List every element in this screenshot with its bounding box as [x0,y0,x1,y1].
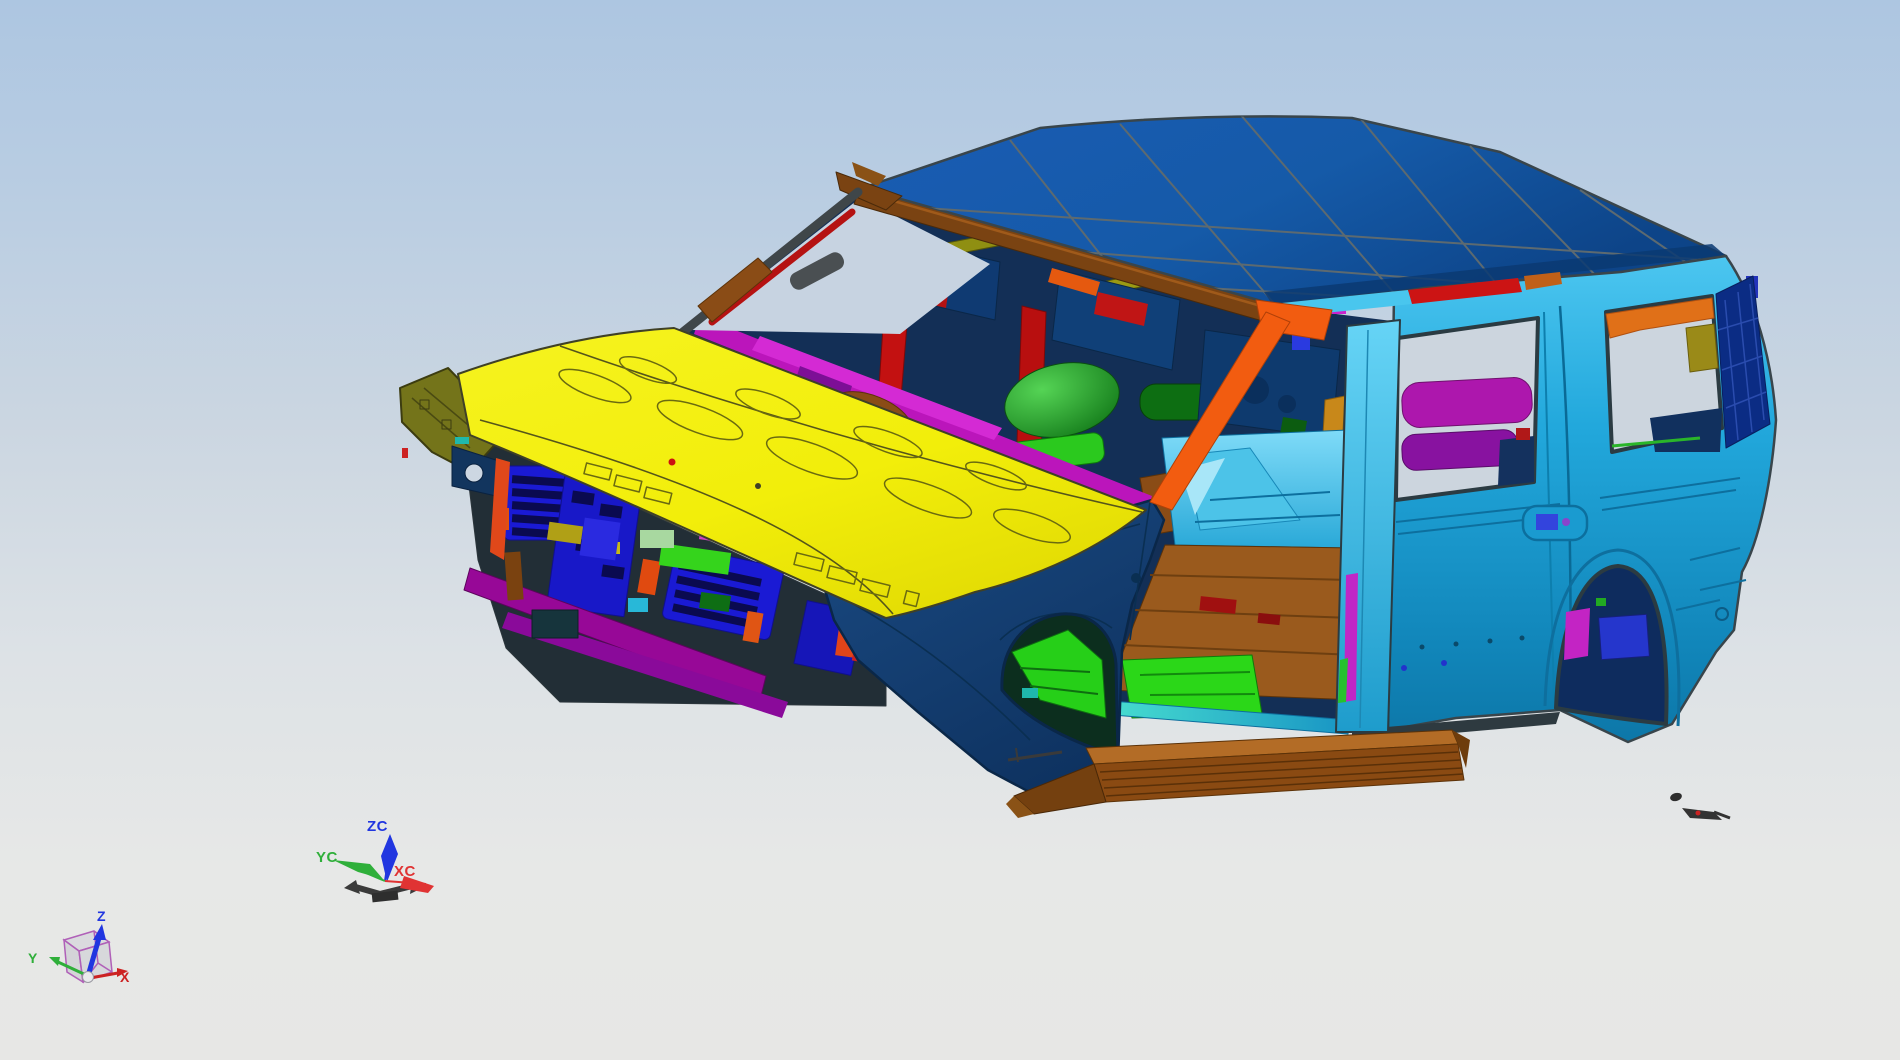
b-pillar[interactable] [1335,319,1401,733]
tow-bracket[interactable] [531,609,579,639]
wheelhouse-magenta-strip[interactable] [1564,608,1590,660]
wcs-yc-label: YC [316,849,338,866]
view-x-label: X [120,969,130,985]
car-model[interactable] [399,114,1778,820]
wcs-zc-label: ZC [367,818,388,835]
seat-back-frame[interactable] [1401,377,1533,429]
view-triad-origin[interactable] [82,971,94,983]
rear-wheelhouse-liner[interactable] [1598,613,1650,661]
view-triad[interactable]: Z Y X [28,908,130,985]
view-z-label: Z [97,908,106,924]
loose-bracket-parts[interactable] [1669,792,1731,820]
graphics-viewport[interactable]: ZC YC XC Z Y X [0,0,1900,1060]
wcs-triad[interactable]: ZC YC XC [316,818,434,903]
d-pillar-inner[interactable] [1715,275,1771,449]
wcs-yc-axis-arrow[interactable] [333,860,383,879]
view-y-label: Y [28,950,38,966]
wcs-xc-label: XC [394,863,416,880]
